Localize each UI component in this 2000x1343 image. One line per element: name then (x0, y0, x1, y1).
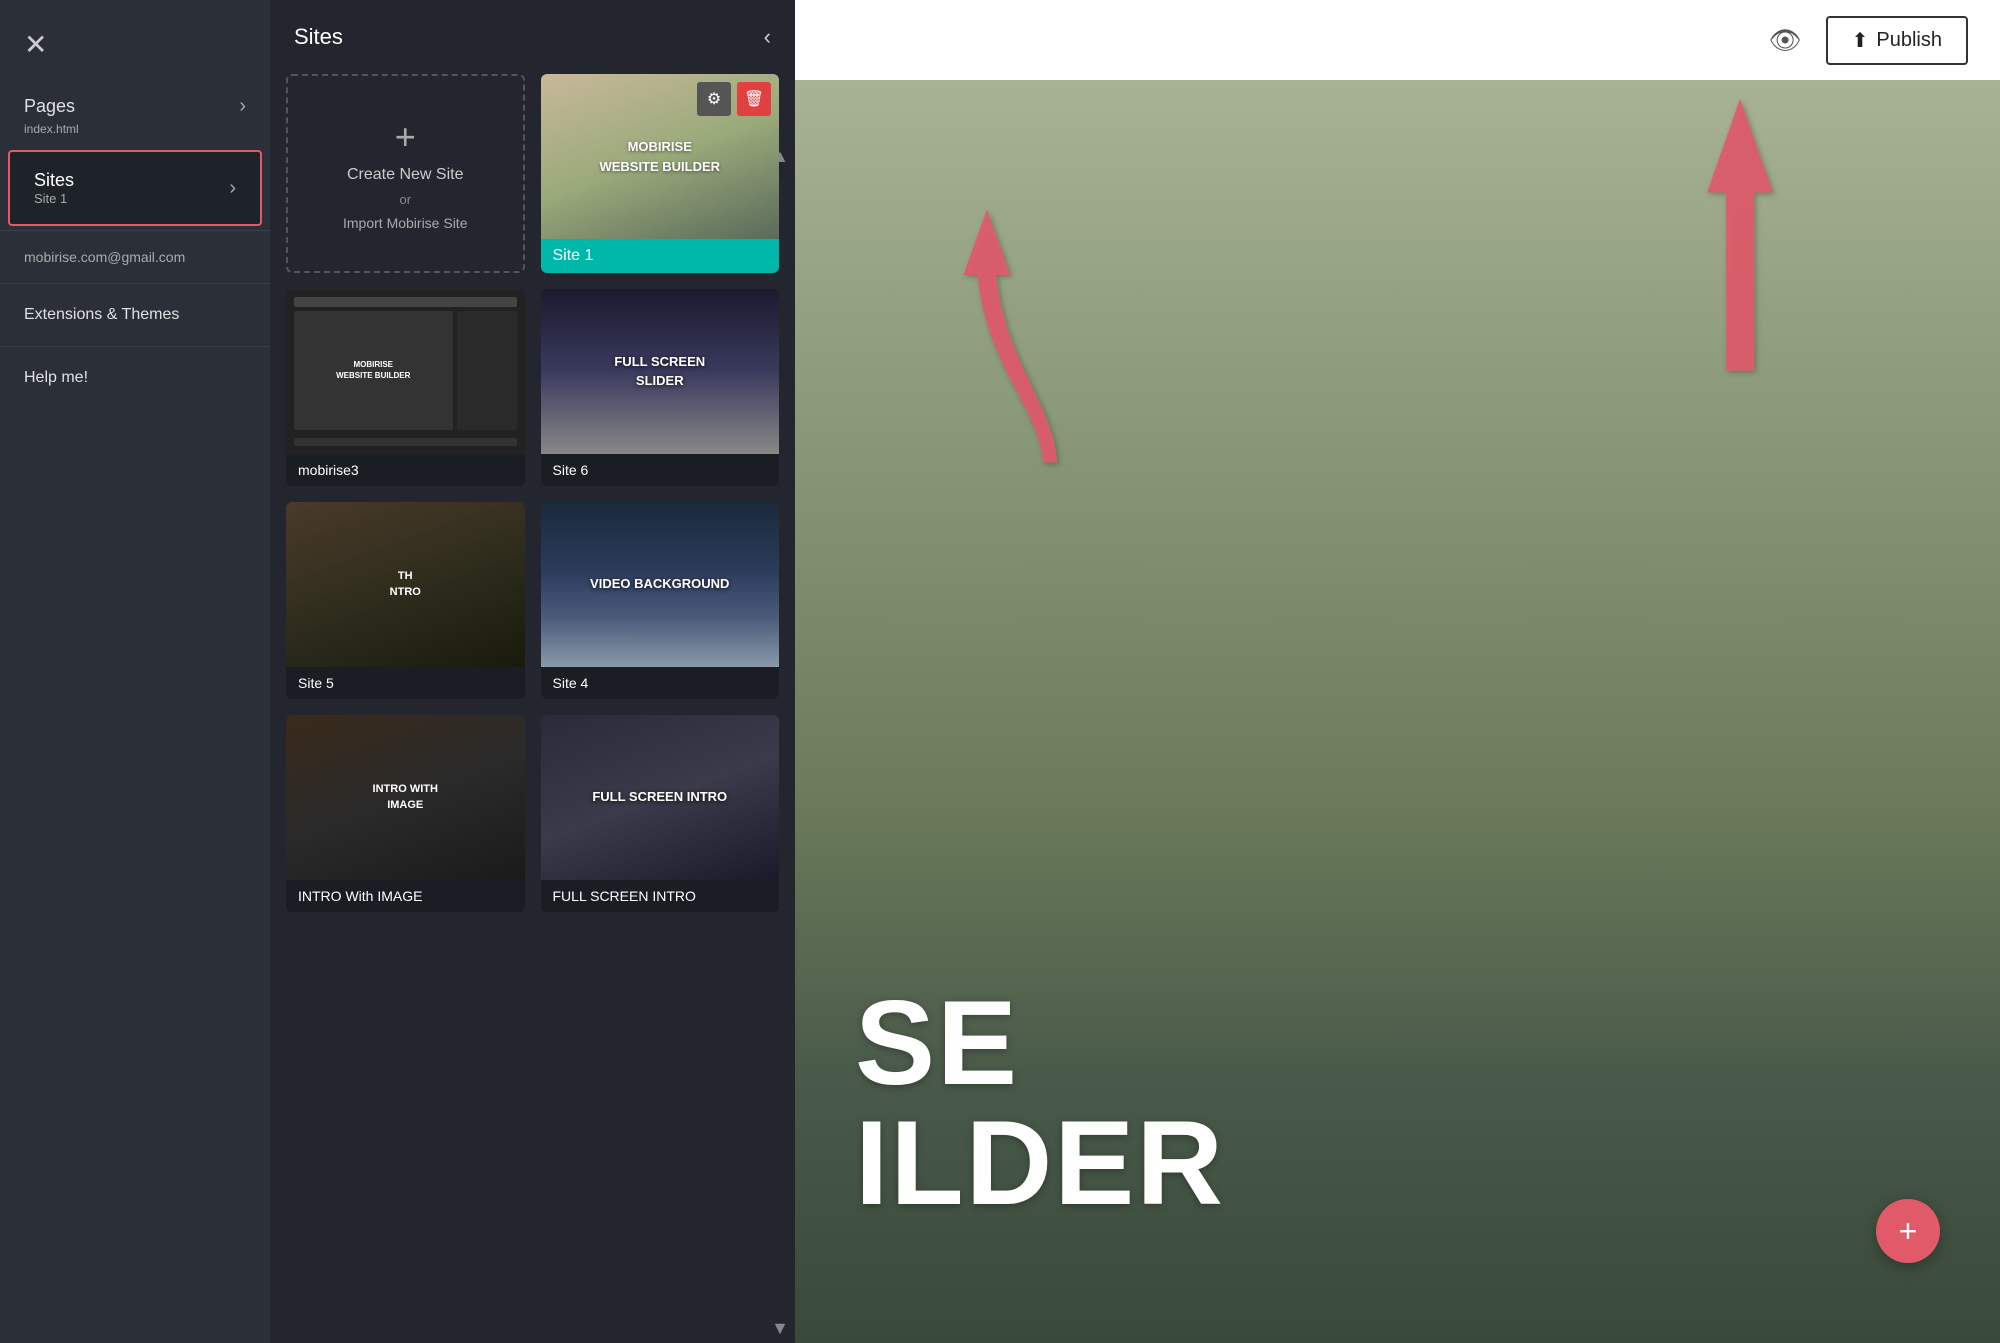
fullscreen-intro-thumb-text: FULL SCREEN INTRO (592, 788, 727, 806)
mobirise3-thumbnail: MOBIRISEWEBSITE BUILDER (286, 289, 525, 454)
site-card-site1[interactable]: MOBIRISEWEBSITE BUILDER ⚙ 🗑 Site 1 (541, 74, 780, 273)
hero-text-line2: ILDER (855, 1103, 1225, 1223)
site5-thumbnail: THNTRO (286, 502, 525, 667)
sidebar-item-help[interactable]: Help me! (0, 351, 270, 405)
sites-chevron-icon: › (229, 177, 236, 200)
intro-image-thumb-text: INTRO WITHIMAGE (373, 782, 438, 813)
site1-settings-btn[interactable]: ⚙ (697, 82, 731, 116)
fab-add-button[interactable]: + (1876, 1199, 1940, 1263)
sites-grid: + Create New Site or Import Mobirise Sit… (270, 66, 795, 1313)
fullscreen-intro-thumbnail: FULL SCREEN INTRO (541, 715, 780, 880)
sites-panel: Sites ‹ ▲ + Create New Site or Import Mo… (270, 0, 795, 1343)
sidebar: ✕ Pages › index.html Sites Site 1 › mobi… (0, 0, 270, 1343)
sites-panel-close-icon[interactable]: ‹ (764, 24, 771, 50)
fullscreen-intro-thumb-bg: FULL SCREEN INTRO (541, 715, 780, 880)
site-card-intro-image[interactable]: INTRO WITHIMAGE INTRO With IMAGE (286, 715, 525, 912)
scroll-down-icon[interactable]: ▼ (771, 1318, 789, 1339)
intro-image-thumbnail: INTRO WITHIMAGE (286, 715, 525, 880)
mock-footer-bar (294, 438, 517, 446)
create-new-site-card[interactable]: + Create New Site or Import Mobirise Sit… (286, 74, 525, 273)
site-card-fullscreen-intro[interactable]: FULL SCREEN INTRO FULL SCREEN INTRO (541, 715, 780, 912)
sites-item-inner: Sites Site 1 (34, 170, 74, 206)
site6-thumb-text: FULL SCREENSLIDER (614, 353, 705, 389)
site1-footer: Site 1 (541, 239, 780, 273)
publish-button[interactable]: ⬆ Publish (1826, 16, 1968, 65)
mobirise3-thumb-text: MOBIRISEWEBSITE BUILDER (336, 360, 410, 381)
site5-thumb-text: THNTRO (390, 569, 421, 600)
site-card-mobirise3[interactable]: MOBIRISEWEBSITE BUILDER mobirise3 (286, 289, 525, 486)
hero-text-line1: SE (855, 983, 1225, 1103)
right-arrow-overlay (1680, 80, 1800, 385)
pages-sub-label: index.html (0, 122, 270, 150)
close-icon[interactable]: ✕ (24, 28, 47, 61)
main-header: 👁 ⬆ Publish (795, 0, 2000, 80)
mock-col-side (457, 311, 517, 430)
intro-image-footer: INTRO With IMAGE (286, 880, 525, 912)
sidebar-item-extensions[interactable]: Extensions & Themes (0, 288, 270, 342)
create-new-label: Create New Site (347, 166, 464, 184)
preview-button[interactable]: 👁 (1761, 17, 1810, 64)
mock-content-area: MOBIRISEWEBSITE BUILDER (294, 311, 517, 430)
site6-thumbnail: FULL SCREENSLIDER (541, 289, 780, 454)
site6-thumb-bg: FULL SCREENSLIDER (541, 289, 780, 454)
import-label: Import Mobirise Site (343, 215, 467, 231)
mock-col-main: MOBIRISEWEBSITE BUILDER (294, 311, 453, 430)
site1-delete-btn[interactable]: 🗑 (737, 82, 771, 116)
sidebar-divider-3 (0, 346, 270, 347)
upload-icon: ⬆ (1852, 28, 1869, 53)
site6-footer: Site 6 (541, 454, 780, 486)
sites-label: Sites (34, 170, 74, 191)
sites-panel-title: Sites (294, 24, 343, 50)
sidebar-item-pages[interactable]: Pages › (0, 81, 270, 122)
plus-icon: + (395, 116, 416, 158)
mobirise3-footer: mobirise3 (286, 454, 525, 486)
mock-header-bar (294, 297, 517, 307)
site-card-site6[interactable]: FULL SCREENSLIDER Site 6 (541, 289, 780, 486)
intro-image-thumb-bg: INTRO WITHIMAGE (286, 715, 525, 880)
site-card-site5[interactable]: THNTRO Site 5 (286, 502, 525, 699)
site5-footer: Site 5 (286, 667, 525, 699)
sidebar-item-sites[interactable]: Sites Site 1 › (8, 150, 262, 226)
sidebar-divider-2 (0, 283, 270, 284)
site-card-site4[interactable]: VIDEO BACKGROUND Site 4 (541, 502, 780, 699)
pages-label: Pages (24, 96, 75, 117)
main-content-area: 👁 ⬆ Publish SE ILDER (795, 0, 2000, 1343)
fullscreen-intro-footer: FULL SCREEN INTRO (541, 880, 780, 912)
sidebar-close-area: ✕ (0, 0, 270, 81)
site4-thumb-text: VIDEO BACKGROUND (590, 575, 729, 593)
sidebar-divider-1 (0, 230, 270, 231)
site5-thumb-bg: THNTRO (286, 502, 525, 667)
site4-thumb-bg: VIDEO BACKGROUND (541, 502, 780, 667)
sites-sub-label: Site 1 (34, 191, 74, 206)
site1-thumb-text: MOBIRISEWEBSITE BUILDER (599, 137, 720, 176)
main-hero-text: SE ILDER (855, 983, 1225, 1223)
left-arrow-overlay (955, 200, 1075, 505)
sidebar-email[interactable]: mobirise.com@gmail.com (0, 235, 270, 279)
site1-thumbnail: MOBIRISEWEBSITE BUILDER ⚙ 🗑 (541, 74, 780, 239)
publish-label: Publish (1876, 29, 1942, 52)
site4-thumbnail: VIDEO BACKGROUND (541, 502, 780, 667)
sidebar-nav: Pages › index.html Sites Site 1 › mobiri… (0, 81, 270, 1343)
site1-actions: ⚙ 🗑 (697, 82, 771, 116)
pages-chevron-icon: › (239, 95, 246, 118)
sites-panel-header: Sites ‹ (270, 0, 795, 66)
eye-icon: 👁 (1769, 25, 1802, 55)
create-or-label: or (399, 192, 411, 207)
site4-footer: Site 4 (541, 667, 780, 699)
mobirise3-thumb-bg: MOBIRISEWEBSITE BUILDER (286, 289, 525, 454)
